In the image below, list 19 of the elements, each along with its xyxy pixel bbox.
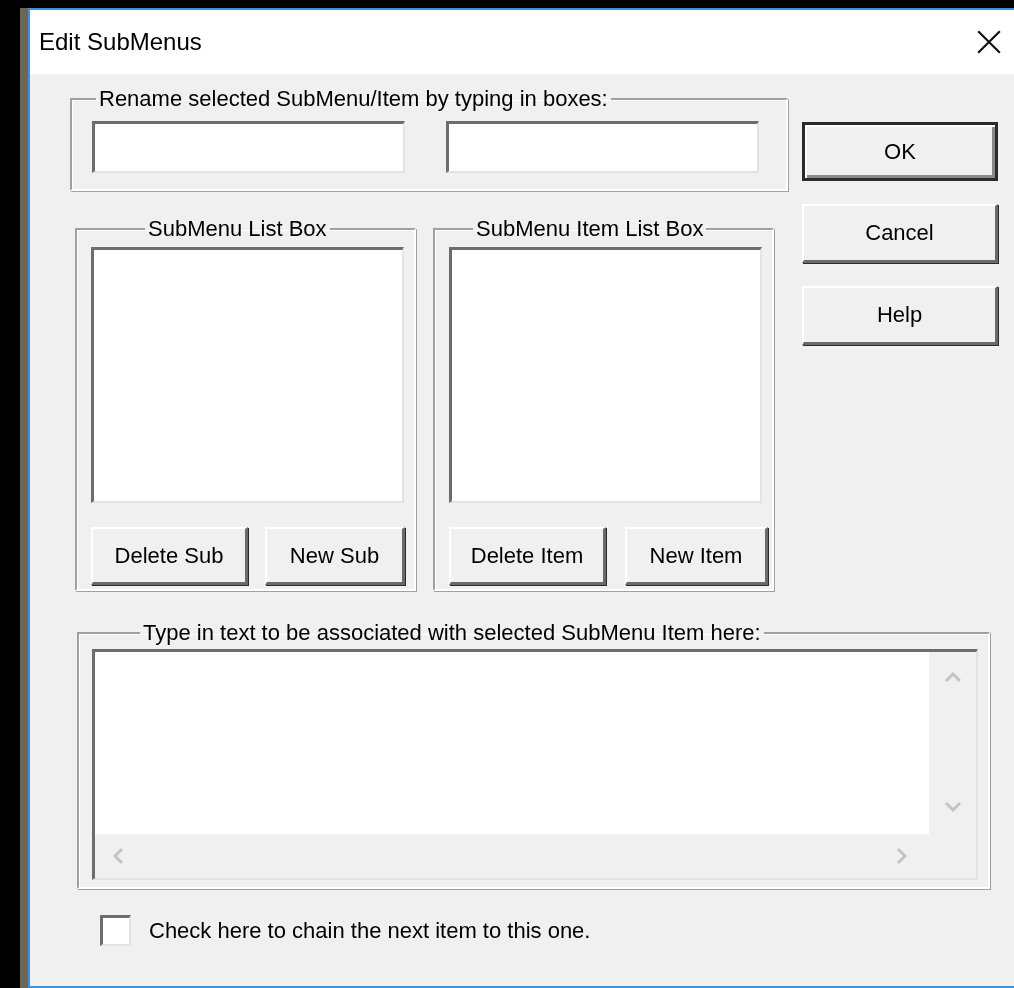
list-box[interactable] [91,247,404,503]
checkbox-label: Check here to chain the next item to this one. [149,917,591,944]
action-button[interactable]: Delete Sub [91,527,248,585]
action-button[interactable]: New Sub [265,527,405,585]
group-label: SubMenu Item List Box [475,217,705,241]
checkbox[interactable] [100,915,131,946]
name-field[interactable] [446,121,759,173]
dialog-button[interactable]: OK [802,122,998,181]
group-label: Type in text to be associated with selected SubMenu Item here: [142,621,762,645]
close-icon[interactable] [976,29,1002,55]
dialog-button[interactable]: Cancel [802,204,998,263]
action-button[interactable]: New Item [625,527,768,585]
dialog-button[interactable]: Help [802,286,998,345]
action-button[interactable]: Delete Item [449,527,606,585]
window-title: Edit SubMenus [39,28,202,56]
group-label: SubMenu List Box [147,217,328,241]
list-box[interactable] [449,247,762,503]
name-field[interactable] [92,121,405,173]
group-label: Rename selected SubMenu/Item by typing in boxes: [98,87,609,111]
